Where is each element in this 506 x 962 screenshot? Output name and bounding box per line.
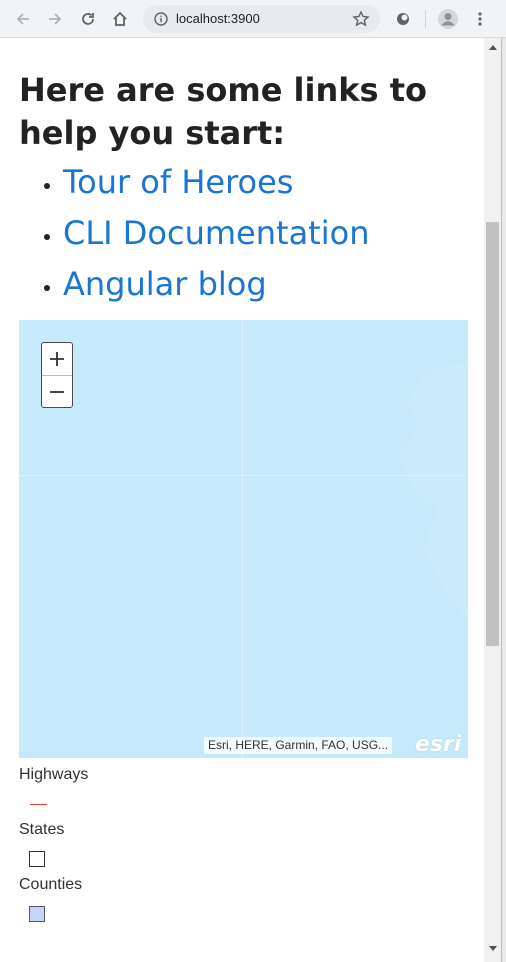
states-box-symbol	[29, 851, 45, 867]
toolbar-divider	[425, 10, 426, 28]
legend-label-counties: Counties	[19, 876, 83, 893]
browser-toolbar: localhost:3900	[0, 0, 506, 38]
link-angular-blog[interactable]: Angular blog	[63, 263, 267, 306]
legend-label-highways: Highways	[19, 766, 89, 783]
bullet-icon	[44, 183, 50, 189]
map-view[interactable]: Esri, HERE, Garmin, FAO, USG... esri	[19, 320, 468, 758]
link-cli-documentation[interactable]: CLI Documentation	[63, 212, 369, 255]
address-bar[interactable]: localhost:3900	[143, 5, 380, 33]
map-attribution[interactable]: Esri, HERE, Garmin, FAO, USG...	[204, 737, 393, 754]
map-landmass	[398, 360, 468, 620]
zoom-in-button[interactable]	[42, 343, 72, 376]
scroll-up-arrow-icon[interactable]	[484, 38, 501, 55]
vertical-scrollbar[interactable]	[484, 38, 501, 962]
extension-icon[interactable]	[391, 7, 415, 31]
back-arrow-icon[interactable]	[11, 7, 35, 31]
page-heading: Here are some links to help you start:	[19, 71, 428, 152]
list-item: Angular blog	[19, 263, 468, 314]
plus-icon	[50, 352, 64, 366]
list-item: Tour of Heroes	[19, 161, 468, 212]
esri-logo: esri	[415, 732, 462, 757]
reload-icon[interactable]	[76, 7, 100, 31]
star-icon[interactable]	[352, 10, 370, 33]
url-text[interactable]: localhost:3900	[176, 11, 260, 26]
minus-icon	[50, 391, 64, 393]
highway-line-symbol	[30, 804, 47, 805]
info-icon[interactable]	[154, 12, 168, 31]
forward-arrow-icon[interactable]	[43, 7, 67, 31]
legend-label-states: States	[19, 821, 65, 838]
counties-box-symbol	[29, 906, 45, 922]
link-tour-of-heroes[interactable]: Tour of Heroes	[63, 161, 293, 204]
list-item: CLI Documentation	[19, 212, 468, 263]
bullet-icon	[44, 234, 50, 240]
zoom-control	[41, 342, 73, 408]
background-window-edge	[501, 38, 506, 962]
scrollbar-thumb[interactable]	[486, 222, 499, 646]
zoom-out-button[interactable]	[42, 376, 72, 408]
page-viewport: Here are some links to help you start: T…	[0, 38, 484, 962]
bullet-icon	[44, 285, 50, 291]
profile-avatar-icon[interactable]	[436, 7, 460, 31]
scroll-down-arrow-icon[interactable]	[484, 940, 501, 957]
map-gridline	[242, 320, 243, 758]
link-list: Tour of Heroes CLI Documentation Angular…	[19, 161, 468, 314]
kebab-menu-icon[interactable]	[468, 7, 492, 31]
home-icon[interactable]	[108, 7, 132, 31]
